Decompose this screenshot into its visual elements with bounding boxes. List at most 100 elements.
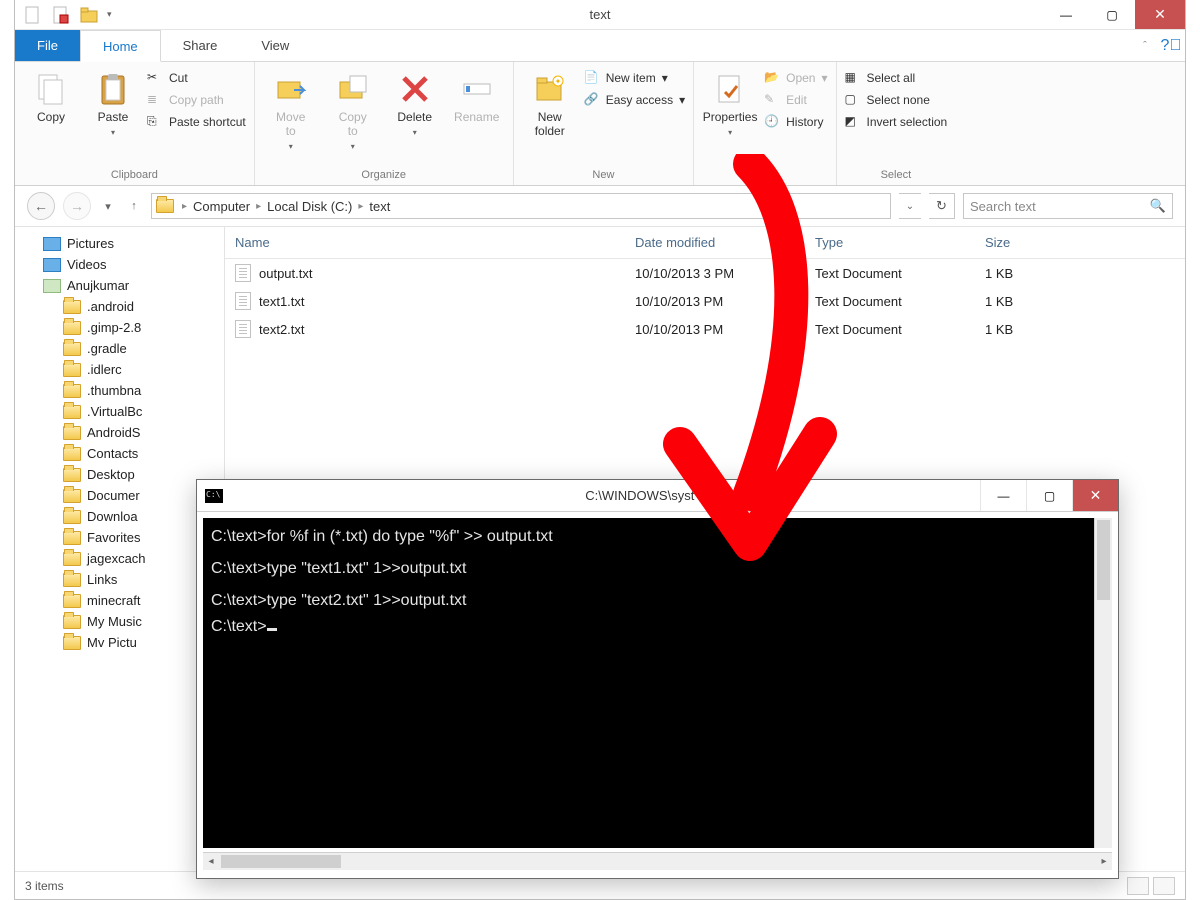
new-folder-button[interactable]: ✦New folder bbox=[522, 68, 578, 138]
tree-item[interactable]: .thumbna bbox=[15, 380, 224, 401]
breadcrumb-seg[interactable]: Computer bbox=[189, 199, 254, 214]
group-clipboard: Copy Paste ▾ ✂Cut ≣Copy path ⎘Paste shor… bbox=[15, 62, 255, 185]
tree-item[interactable]: minecraft bbox=[15, 590, 224, 611]
tree-item[interactable]: My Music bbox=[15, 611, 224, 632]
tree-item[interactable]: Pictures bbox=[15, 233, 224, 254]
tree-item[interactable]: Links bbox=[15, 569, 224, 590]
file-date: 10/10/2013 3 PM bbox=[625, 261, 805, 286]
breadcrumb-seg[interactable]: Local Disk (C:) bbox=[263, 199, 356, 214]
delete-button[interactable]: Delete▾ bbox=[387, 68, 443, 137]
ribbon: Copy Paste ▾ ✂Cut ≣Copy path ⎘Paste shor… bbox=[15, 62, 1185, 186]
help-icon[interactable]: ?⃝ bbox=[1157, 30, 1185, 61]
cmd-scrollbar-vertical[interactable] bbox=[1094, 518, 1112, 848]
select-all-icon: ▦ bbox=[845, 70, 861, 86]
scroll-thumb[interactable] bbox=[1097, 520, 1110, 600]
history-icon: 🕘 bbox=[764, 114, 780, 130]
nav-tree[interactable]: Pictures Videos Anujkumar.android.gimp-2.8… bbox=[15, 227, 225, 871]
folder-icon bbox=[63, 321, 81, 335]
new-item-button[interactable]: 📄New item ▾ bbox=[584, 70, 685, 86]
user-folder-icon bbox=[43, 279, 61, 293]
tab-view[interactable]: View bbox=[239, 30, 311, 61]
tab-home[interactable]: Home bbox=[80, 30, 161, 62]
details-view-button[interactable] bbox=[1127, 877, 1149, 895]
group-label: New bbox=[514, 167, 693, 185]
forward-button[interactable]: → bbox=[63, 192, 91, 220]
back-button[interactable]: ← bbox=[27, 192, 55, 220]
tree-item[interactable]: Documer bbox=[15, 485, 224, 506]
tree-item[interactable]: Anujkumar bbox=[15, 275, 224, 296]
chevron-down-icon: ▾ bbox=[351, 142, 355, 151]
tree-item[interactable]: .gimp-2.8 bbox=[15, 317, 224, 338]
history-button[interactable]: 🕘History bbox=[764, 114, 827, 130]
col-name[interactable]: Name bbox=[225, 227, 625, 258]
paste-button[interactable]: Paste ▾ bbox=[85, 68, 141, 137]
tree-item[interactable]: Contacts bbox=[15, 443, 224, 464]
file-type: Text Document bbox=[805, 317, 975, 342]
cmd-titlebar: C:\WINDOWS\syst d.exe — ▢ ✕ bbox=[197, 480, 1118, 512]
folder-icon bbox=[63, 636, 81, 650]
table-row[interactable]: text1.txt10/10/2013 PMText Document1 KB bbox=[225, 287, 1185, 315]
scroll-left-icon[interactable]: ◂ bbox=[203, 853, 219, 869]
tree-item-label: .idlerc bbox=[87, 362, 122, 377]
easy-access-icon: 🔗 bbox=[584, 92, 600, 108]
tree-item-label: Links bbox=[87, 572, 117, 587]
chevron-up-icon[interactable]: ˆ bbox=[1133, 30, 1157, 61]
up-button[interactable]: ↑ bbox=[125, 192, 143, 220]
tree-item[interactable]: jagexcach bbox=[15, 548, 224, 569]
tree-item-label: Videos bbox=[67, 257, 107, 272]
file-size: 1 KB bbox=[975, 289, 1095, 314]
tab-file[interactable]: File bbox=[15, 30, 80, 61]
column-headers[interactable]: Name Date modified Type Size bbox=[225, 227, 1185, 259]
table-row[interactable]: text2.txt10/10/2013 PMText Document1 KB bbox=[225, 315, 1185, 343]
open-button[interactable]: 📂Open ▾ bbox=[764, 70, 827, 86]
tree-item[interactable]: Downloa bbox=[15, 506, 224, 527]
search-input[interactable]: Search text 🔍 bbox=[963, 193, 1173, 219]
move-to-button[interactable]: Move to▾ bbox=[263, 68, 319, 151]
select-none-button[interactable]: ▢Select none bbox=[845, 92, 948, 108]
chevron-down-icon: ▾ bbox=[413, 128, 417, 137]
address-bar[interactable]: ▸ Computer▸ Local Disk (C:)▸ text bbox=[151, 193, 891, 219]
tree-item[interactable]: .android bbox=[15, 296, 224, 317]
rename-button[interactable]: Rename bbox=[449, 68, 505, 124]
cmd-scrollbar-horizontal[interactable]: ◂ ▸ bbox=[203, 852, 1112, 870]
breadcrumb-seg[interactable]: text bbox=[365, 199, 394, 214]
copy-path-button[interactable]: ≣Copy path bbox=[147, 92, 246, 108]
tree-item-label: .gradle bbox=[87, 341, 127, 356]
open-icon: 📂 bbox=[764, 70, 780, 86]
tree-item[interactable]: .VirtualBc bbox=[15, 401, 224, 422]
thumb-view-button[interactable] bbox=[1153, 877, 1175, 895]
invert-selection-button[interactable]: ◩Invert selection bbox=[845, 114, 948, 130]
cut-button[interactable]: ✂Cut bbox=[147, 70, 246, 86]
table-row[interactable]: output.txt10/10/2013 3 PMText Document1 … bbox=[225, 259, 1185, 287]
paste-shortcut-button[interactable]: ⎘Paste shortcut bbox=[147, 114, 246, 130]
recent-button[interactable]: ▾ bbox=[99, 192, 117, 220]
scroll-right-icon[interactable]: ▸ bbox=[1096, 853, 1112, 869]
tree-item[interactable]: Favorites bbox=[15, 527, 224, 548]
tab-share[interactable]: Share bbox=[161, 30, 240, 61]
tree-item[interactable]: Desktop bbox=[15, 464, 224, 485]
tree-item[interactable]: .idlerc bbox=[15, 359, 224, 380]
properties-button[interactable]: Properties▾ bbox=[702, 68, 758, 137]
tree-item-label: .thumbna bbox=[87, 383, 141, 398]
address-dropdown[interactable]: ⌄ bbox=[899, 193, 921, 219]
col-date[interactable]: Date modified bbox=[625, 227, 805, 258]
tree-item[interactable]: Mv Pictu bbox=[15, 632, 224, 653]
col-size[interactable]: Size bbox=[975, 227, 1095, 258]
copy-button[interactable]: Copy bbox=[23, 68, 79, 124]
col-type[interactable]: Type bbox=[805, 227, 975, 258]
tree-item[interactable]: .gradle bbox=[15, 338, 224, 359]
folder-icon bbox=[63, 447, 81, 461]
select-all-button[interactable]: ▦Select all bbox=[845, 70, 948, 86]
refresh-button[interactable]: ↻ bbox=[929, 193, 955, 219]
delete-icon bbox=[398, 72, 432, 106]
cmd-output[interactable]: C:\text>for %f in (*.txt) do type "%f" >… bbox=[203, 518, 1112, 848]
tree-item[interactable]: AndroidS bbox=[15, 422, 224, 443]
scroll-thumb[interactable] bbox=[221, 855, 341, 868]
copy-to-button[interactable]: Copy to▾ bbox=[325, 68, 381, 151]
edit-button[interactable]: ✎Edit bbox=[764, 92, 827, 108]
easy-access-button[interactable]: 🔗Easy access ▾ bbox=[584, 92, 685, 108]
path-icon: ≣ bbox=[147, 92, 163, 108]
file-date: 10/10/2013 PM bbox=[625, 317, 805, 342]
tree-item[interactable]: Videos bbox=[15, 254, 224, 275]
move-icon bbox=[274, 72, 308, 106]
